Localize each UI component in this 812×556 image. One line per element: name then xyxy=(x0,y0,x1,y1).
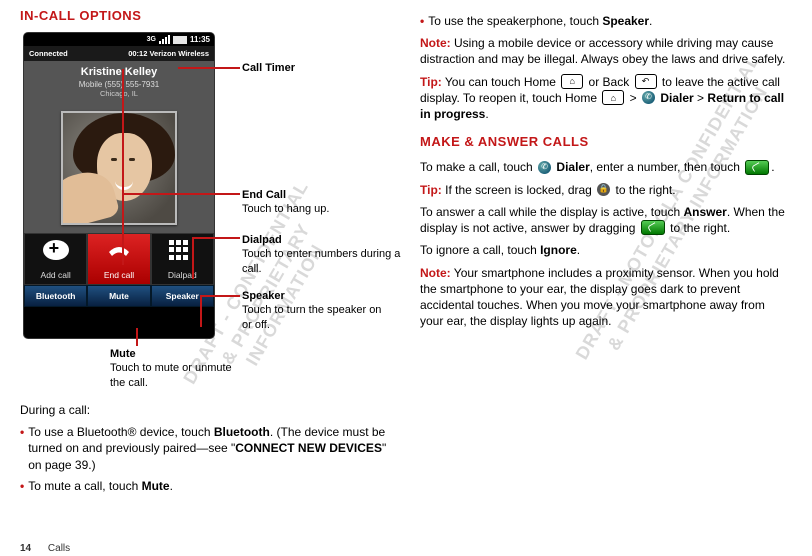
mute-button[interactable]: Mute xyxy=(87,285,150,307)
arrow-mute-v xyxy=(136,328,138,346)
home-key-icon: ⌂ xyxy=(561,74,583,89)
proximity-note: Note: Your smartphone includes a proximi… xyxy=(420,265,790,330)
photo-wrap xyxy=(24,105,214,233)
bullet-dot: • xyxy=(20,424,24,473)
call-duration: 00:12 Verizon Wireless xyxy=(128,49,209,58)
arrow-endcall-v xyxy=(122,69,124,265)
3g-icon: 3G xyxy=(147,36,156,43)
tip-home-back: Tip: You can touch Home ⌂ or Back ↶ to l… xyxy=(420,74,790,123)
page-number: 14 xyxy=(20,543,31,554)
signal-icon xyxy=(159,35,170,44)
call-buttons: Add call End call Di xyxy=(24,233,214,285)
bullet-speaker: • To use the speakerphone, touch Speaker… xyxy=(420,13,790,29)
connection-row: Connected 00:12 Verizon Wireless xyxy=(24,46,214,61)
right-column: • To use the speakerphone, touch Speaker… xyxy=(420,8,790,499)
make-call-para: To make a call, touch ✆ Dialer, enter a … xyxy=(420,159,790,175)
callout-mute: MuteTouch to mute or unmute the call. xyxy=(110,347,250,390)
lock-icon: 🔒 xyxy=(597,183,610,196)
secondary-buttons: Bluetooth Mute Speaker xyxy=(24,285,214,307)
page-footer: 14 Calls xyxy=(20,543,70,554)
caller-location: Chicago, IL xyxy=(24,89,214,98)
footer-section: Calls xyxy=(48,543,70,554)
caller-number: Mobile (555) 555-7931 xyxy=(24,80,214,89)
back-key-icon: ↶ xyxy=(635,74,657,89)
bullet-dot: • xyxy=(20,478,24,494)
arrow-dialpad-v xyxy=(192,237,194,279)
bullet-bluetooth: • To use a Bluetooth® device, touch Blue… xyxy=(20,424,400,473)
arrow-speaker-v xyxy=(200,295,202,327)
page-content: IN-CALL OPTIONS 3G 11:35 Connected 00:12… xyxy=(0,0,812,507)
bullet-dot: • xyxy=(420,13,424,29)
home-key-icon: ⌂ xyxy=(602,90,624,105)
connected-label: Connected xyxy=(29,49,68,58)
arrow-speaker-h xyxy=(200,295,240,297)
ignore-para: To ignore a call, touch Ignore. xyxy=(420,242,790,258)
arrow-endcall-h xyxy=(122,193,240,195)
callout-speaker: SpeakerTouch to turn the speaker on or o… xyxy=(242,289,392,332)
contact-photo xyxy=(61,111,177,225)
call-key-icon xyxy=(641,220,665,235)
status-bar: 3G 11:35 xyxy=(24,33,214,46)
bullet-mute: • To mute a call, touch Mute. xyxy=(20,478,400,494)
phone-mock: 3G 11:35 Connected 00:12 Verizon Wireles… xyxy=(24,33,214,338)
call-key-icon xyxy=(745,160,769,175)
add-call-button[interactable]: Add call xyxy=(24,233,87,285)
battery-icon xyxy=(173,36,187,44)
dialer-icon: ✆ xyxy=(538,161,551,174)
tip-locked: Tip: If the screen is locked, drag 🔒 to … xyxy=(420,182,790,198)
add-call-label: Add call xyxy=(41,270,71,280)
dialpad-button[interactable]: Dialpad xyxy=(151,233,214,285)
arrow-dialpad-h xyxy=(192,237,240,239)
section-title-make-answer: MAKE & ANSWER CALLS xyxy=(420,134,790,149)
driving-note: Note: Using a mobile device or accessory… xyxy=(420,35,790,67)
callout-endcall: End CallTouch to hang up. xyxy=(242,188,392,217)
end-call-label: End call xyxy=(104,270,134,280)
hangup-icon xyxy=(106,240,132,260)
answer-para: To answer a call while the display is ac… xyxy=(420,204,790,237)
bluetooth-button[interactable]: Bluetooth xyxy=(24,285,87,307)
plus-icon xyxy=(43,240,69,260)
left-column: IN-CALL OPTIONS 3G 11:35 Connected 00:12… xyxy=(20,8,400,499)
dialer-icon: ✆ xyxy=(642,91,655,104)
arrow-timer xyxy=(178,67,240,69)
status-time: 11:35 xyxy=(190,35,210,44)
callout-dialpad: DialpadTouch to enter numbers during a c… xyxy=(242,233,402,276)
during-call-intro: During a call: xyxy=(20,402,400,418)
section-title-incall: IN-CALL OPTIONS xyxy=(20,8,400,23)
end-call-button[interactable]: End call xyxy=(87,233,150,285)
callout-timer: Call Timer xyxy=(242,61,295,75)
